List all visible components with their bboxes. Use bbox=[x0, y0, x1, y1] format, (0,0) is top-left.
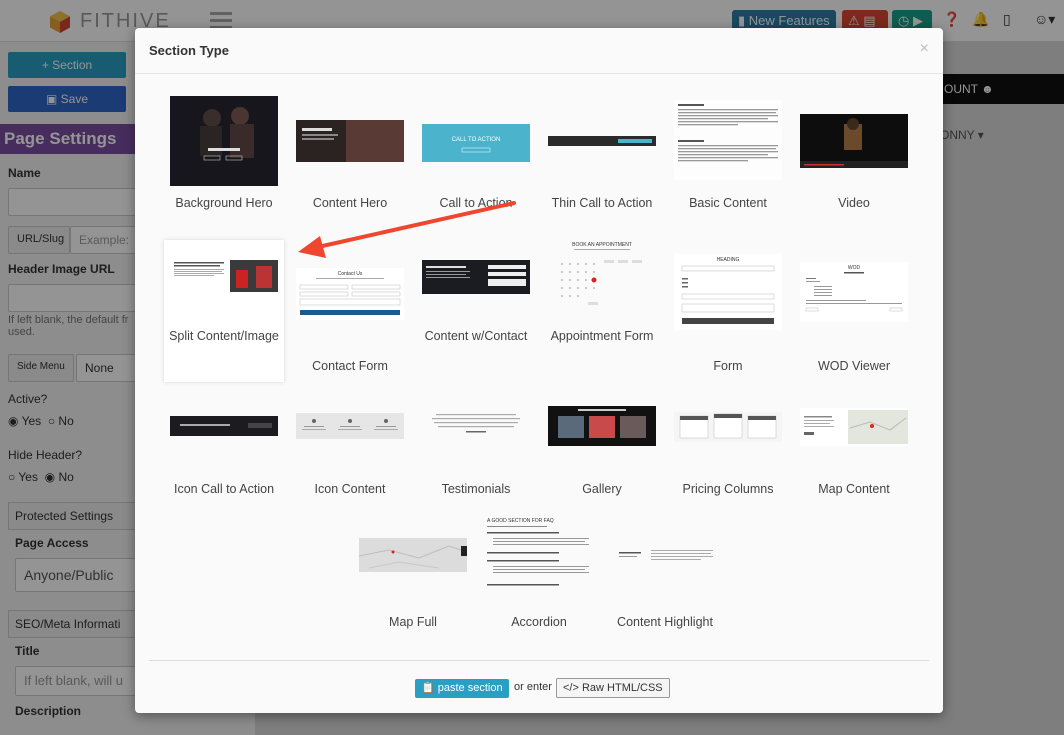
annotation-arrow bbox=[298, 201, 516, 258]
